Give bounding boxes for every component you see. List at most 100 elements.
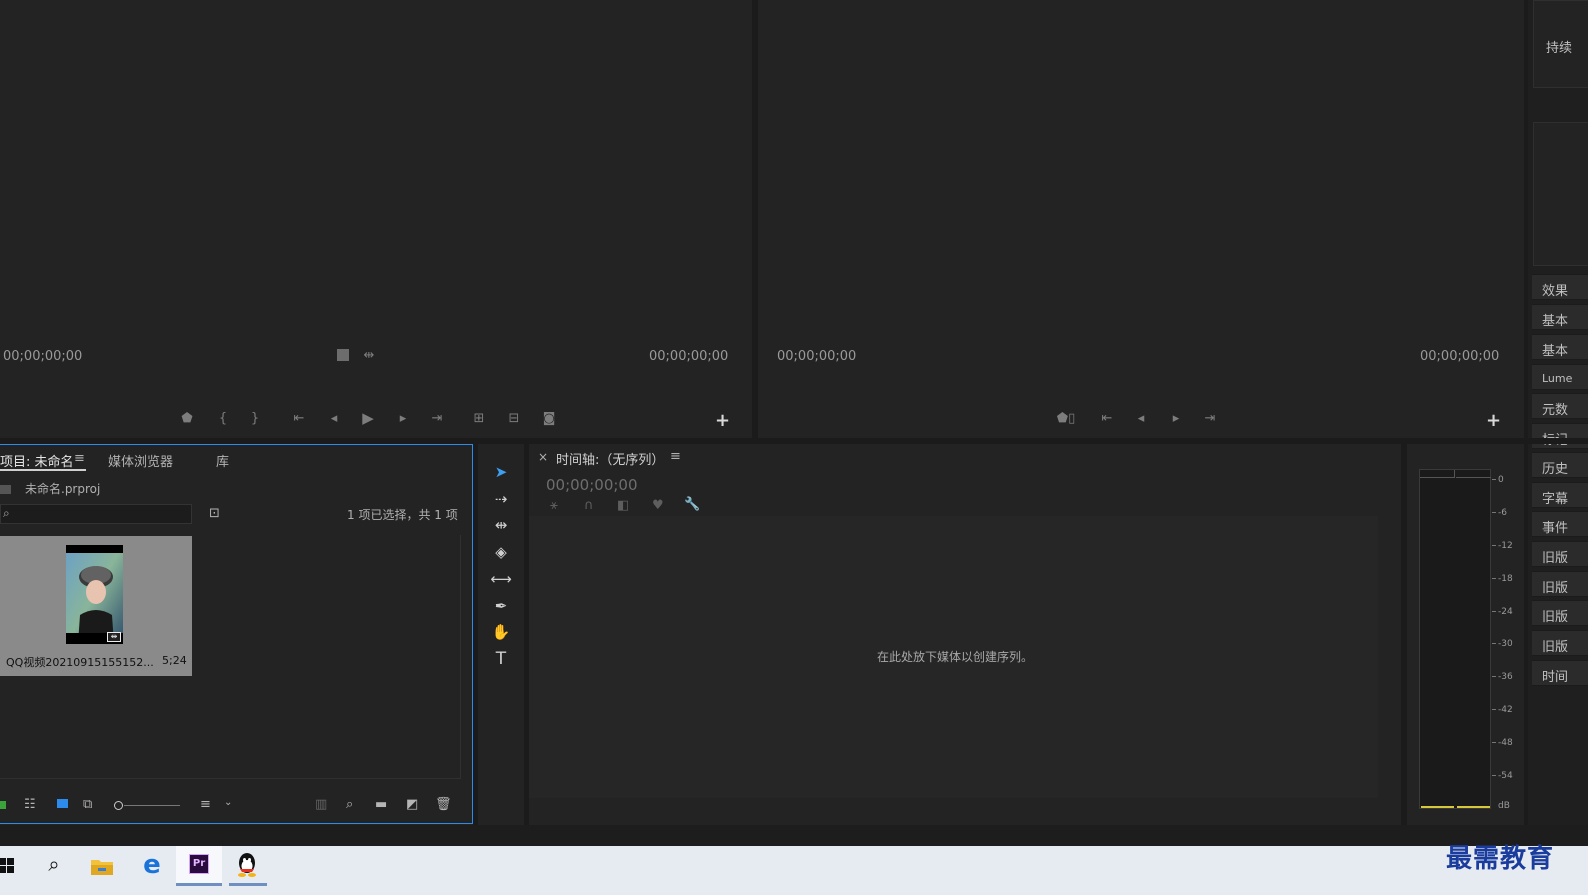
lock-icon[interactable] [0,801,6,809]
step-back-icon[interactable]: ◂ [1132,412,1150,426]
project-panel: 项目: 未命名 ≡ 媒体浏览器 库 未命名.prproj ⌕ ⊡ 1 项已选择，… [0,444,473,824]
right-tab-essential-graphics[interactable]: 基本 [1532,304,1588,330]
taskbar: ⌕ e Pr 最需教育 [0,844,1588,895]
right-tab-metadata[interactable]: 元数 [1532,393,1588,419]
right-tab-timecode[interactable]: 时间 [1532,660,1588,686]
type-tool-icon[interactable]: T [488,648,514,670]
step-forward-icon[interactable]: ▸ [394,412,412,426]
right-tab-lumetri[interactable]: Lume [1532,364,1588,390]
meter-label-db: dB [1498,801,1510,811]
new-bin-icon[interactable]: ▬ [375,797,387,812]
right-tab-legacy-1[interactable]: 旧版 [1532,541,1588,567]
go-to-in-icon[interactable]: ⇤ [290,412,308,426]
program-timecode-current[interactable]: 00;00;00;00 [777,349,856,364]
slip-tool-icon[interactable]: ⟷ [488,568,514,590]
meter-label-42: -42 [1498,705,1513,715]
taskbar-search-icon[interactable]: ⌕ [40,852,68,880]
right-tab-label: 旧版 [1542,610,1569,625]
zoom-slider-handle[interactable] [114,801,123,810]
timeline-timecode[interactable]: 00;00;00;00 [546,476,638,494]
clip-thumbnail-card[interactable]: ⇹ QQ视频20210915155152... 5;24 [0,536,192,676]
mark-in-icon[interactable]: { [214,412,232,426]
source-timecode-current[interactable]: 00;00;00;00 [3,349,82,364]
ripple-edit-tool-icon[interactable]: ⇹ [488,514,514,536]
program-button-editor-icon[interactable]: + [1486,410,1501,431]
selection-tool-icon[interactable]: ➤ [488,461,514,483]
drag-audio-icon[interactable]: ⇹ [360,349,378,363]
hand-tool-icon[interactable]: ✋ [488,621,514,643]
timeline-tab-menu-icon[interactable]: ≡ [670,449,681,464]
mark-out-icon[interactable]: } [246,412,264,426]
drag-video-icon[interactable] [337,349,349,361]
tab-library[interactable]: 库 [216,451,229,470]
go-to-out-icon[interactable]: ⇥ [1201,412,1219,426]
premiere-pro-icon: Pr [189,854,209,874]
tab-project[interactable]: 项目: 未命名 [0,451,74,470]
meter-tick [1492,775,1496,776]
linked-selection-icon[interactable]: ◧ [617,498,629,513]
right-tab-legacy-2[interactable]: 旧版 [1532,571,1588,597]
right-tab-markers[interactable]: 标记 [1532,423,1588,449]
source-button-editor-icon[interactable]: + [715,410,730,431]
right-tab-legacy-4[interactable]: 旧版 [1532,630,1588,656]
trash-icon[interactable]: 🗑 [435,797,452,812]
list-view-icon[interactable]: ☷ [24,797,36,812]
project-search-input[interactable]: ⌕ [0,504,192,524]
clip-type-icon: ⇹ [107,632,121,642]
right-tab-label: 元数 [1542,403,1569,418]
meter-label-6: -6 [1498,508,1507,518]
tab-media-browser[interactable]: 媒体浏览器 [108,451,173,470]
wrench-icon[interactable]: 🔧 [684,497,700,512]
play-icon[interactable]: ▶ [359,411,377,426]
new-search-bin-icon[interactable]: ⊡ [209,506,220,521]
add-marker-icon[interactable]: ♥ [652,498,664,513]
automate-to-sequence-icon[interactable]: ▥ [315,797,327,812]
find-icon[interactable]: ⌕ [346,797,353,812]
start-button[interactable] [0,846,28,886]
right-tab-history[interactable]: 历史 [1532,452,1588,478]
go-to-in-icon[interactable]: ⇤ [1098,412,1116,426]
snap-icon[interactable]: ∩ [584,498,594,513]
divider-project-tools [473,444,478,825]
bin-icon [0,485,11,494]
overwrite-icon[interactable]: ⊟ [505,412,523,426]
divider-timeline-meter [1401,444,1407,825]
edge-browser-icon[interactable]: e [139,852,165,880]
meter-label-12: -12 [1498,541,1513,551]
track-select-tool-icon[interactable]: ⇢ [488,488,514,510]
timeline-tab-close-icon[interactable]: × [538,450,548,464]
sort-icon[interactable]: ≡ [200,797,211,812]
right-tab-events[interactable]: 事件 [1532,511,1588,537]
right-tab-effects[interactable]: 效果 [1532,274,1588,300]
right-tab-captions[interactable]: 字幕 [1532,482,1588,508]
project-tabbar: 项目: 未命名 ≡ 媒体浏览器 库 [0,445,472,471]
meter-tick [1492,479,1496,480]
right-tab-legacy-3[interactable]: 旧版 [1532,600,1588,626]
go-to-out-icon[interactable]: ⇥ [428,412,446,426]
step-back-icon[interactable]: ◂ [325,412,343,426]
zoom-slider[interactable] [114,800,182,810]
export-frame-icon[interactable]: ◙ [540,412,558,426]
freeform-view-icon[interactable]: ⧉ [83,797,92,812]
video-frame-image [66,545,123,644]
step-forward-icon[interactable]: ▸ [1167,412,1185,426]
add-marker-icon[interactable]: ⬟ [178,412,196,426]
file-explorer-icon[interactable] [90,856,114,876]
chevron-down-icon[interactable]: ⌄ [224,797,232,808]
tab-project-menu-icon[interactable]: ≡ [74,451,85,466]
meter-channel-left-level [1421,806,1454,808]
meter-label-30: -30 [1498,639,1513,649]
right-tab-essential-sound[interactable]: 基本 [1532,334,1588,360]
premiere-pro-taskbar-button[interactable]: Pr [176,846,222,886]
icon-view-icon[interactable] [57,799,68,808]
active-app-indicator [176,883,222,886]
add-marker-icon[interactable]: ⬟▯ [1054,412,1078,426]
razor-tool-icon[interactable]: ◈ [488,541,514,563]
search-icon: ⌕ [3,506,10,520]
insert-icon[interactable]: ⊞ [470,412,488,426]
nest-icon[interactable]: ⚹ [550,498,558,513]
timeline-tab[interactable]: 时间轴:（无序列） [556,449,664,468]
pen-tool-icon[interactable]: ✒ [488,595,514,617]
new-item-icon[interactable]: ◩ [406,797,418,812]
qq-icon[interactable] [229,852,267,886]
